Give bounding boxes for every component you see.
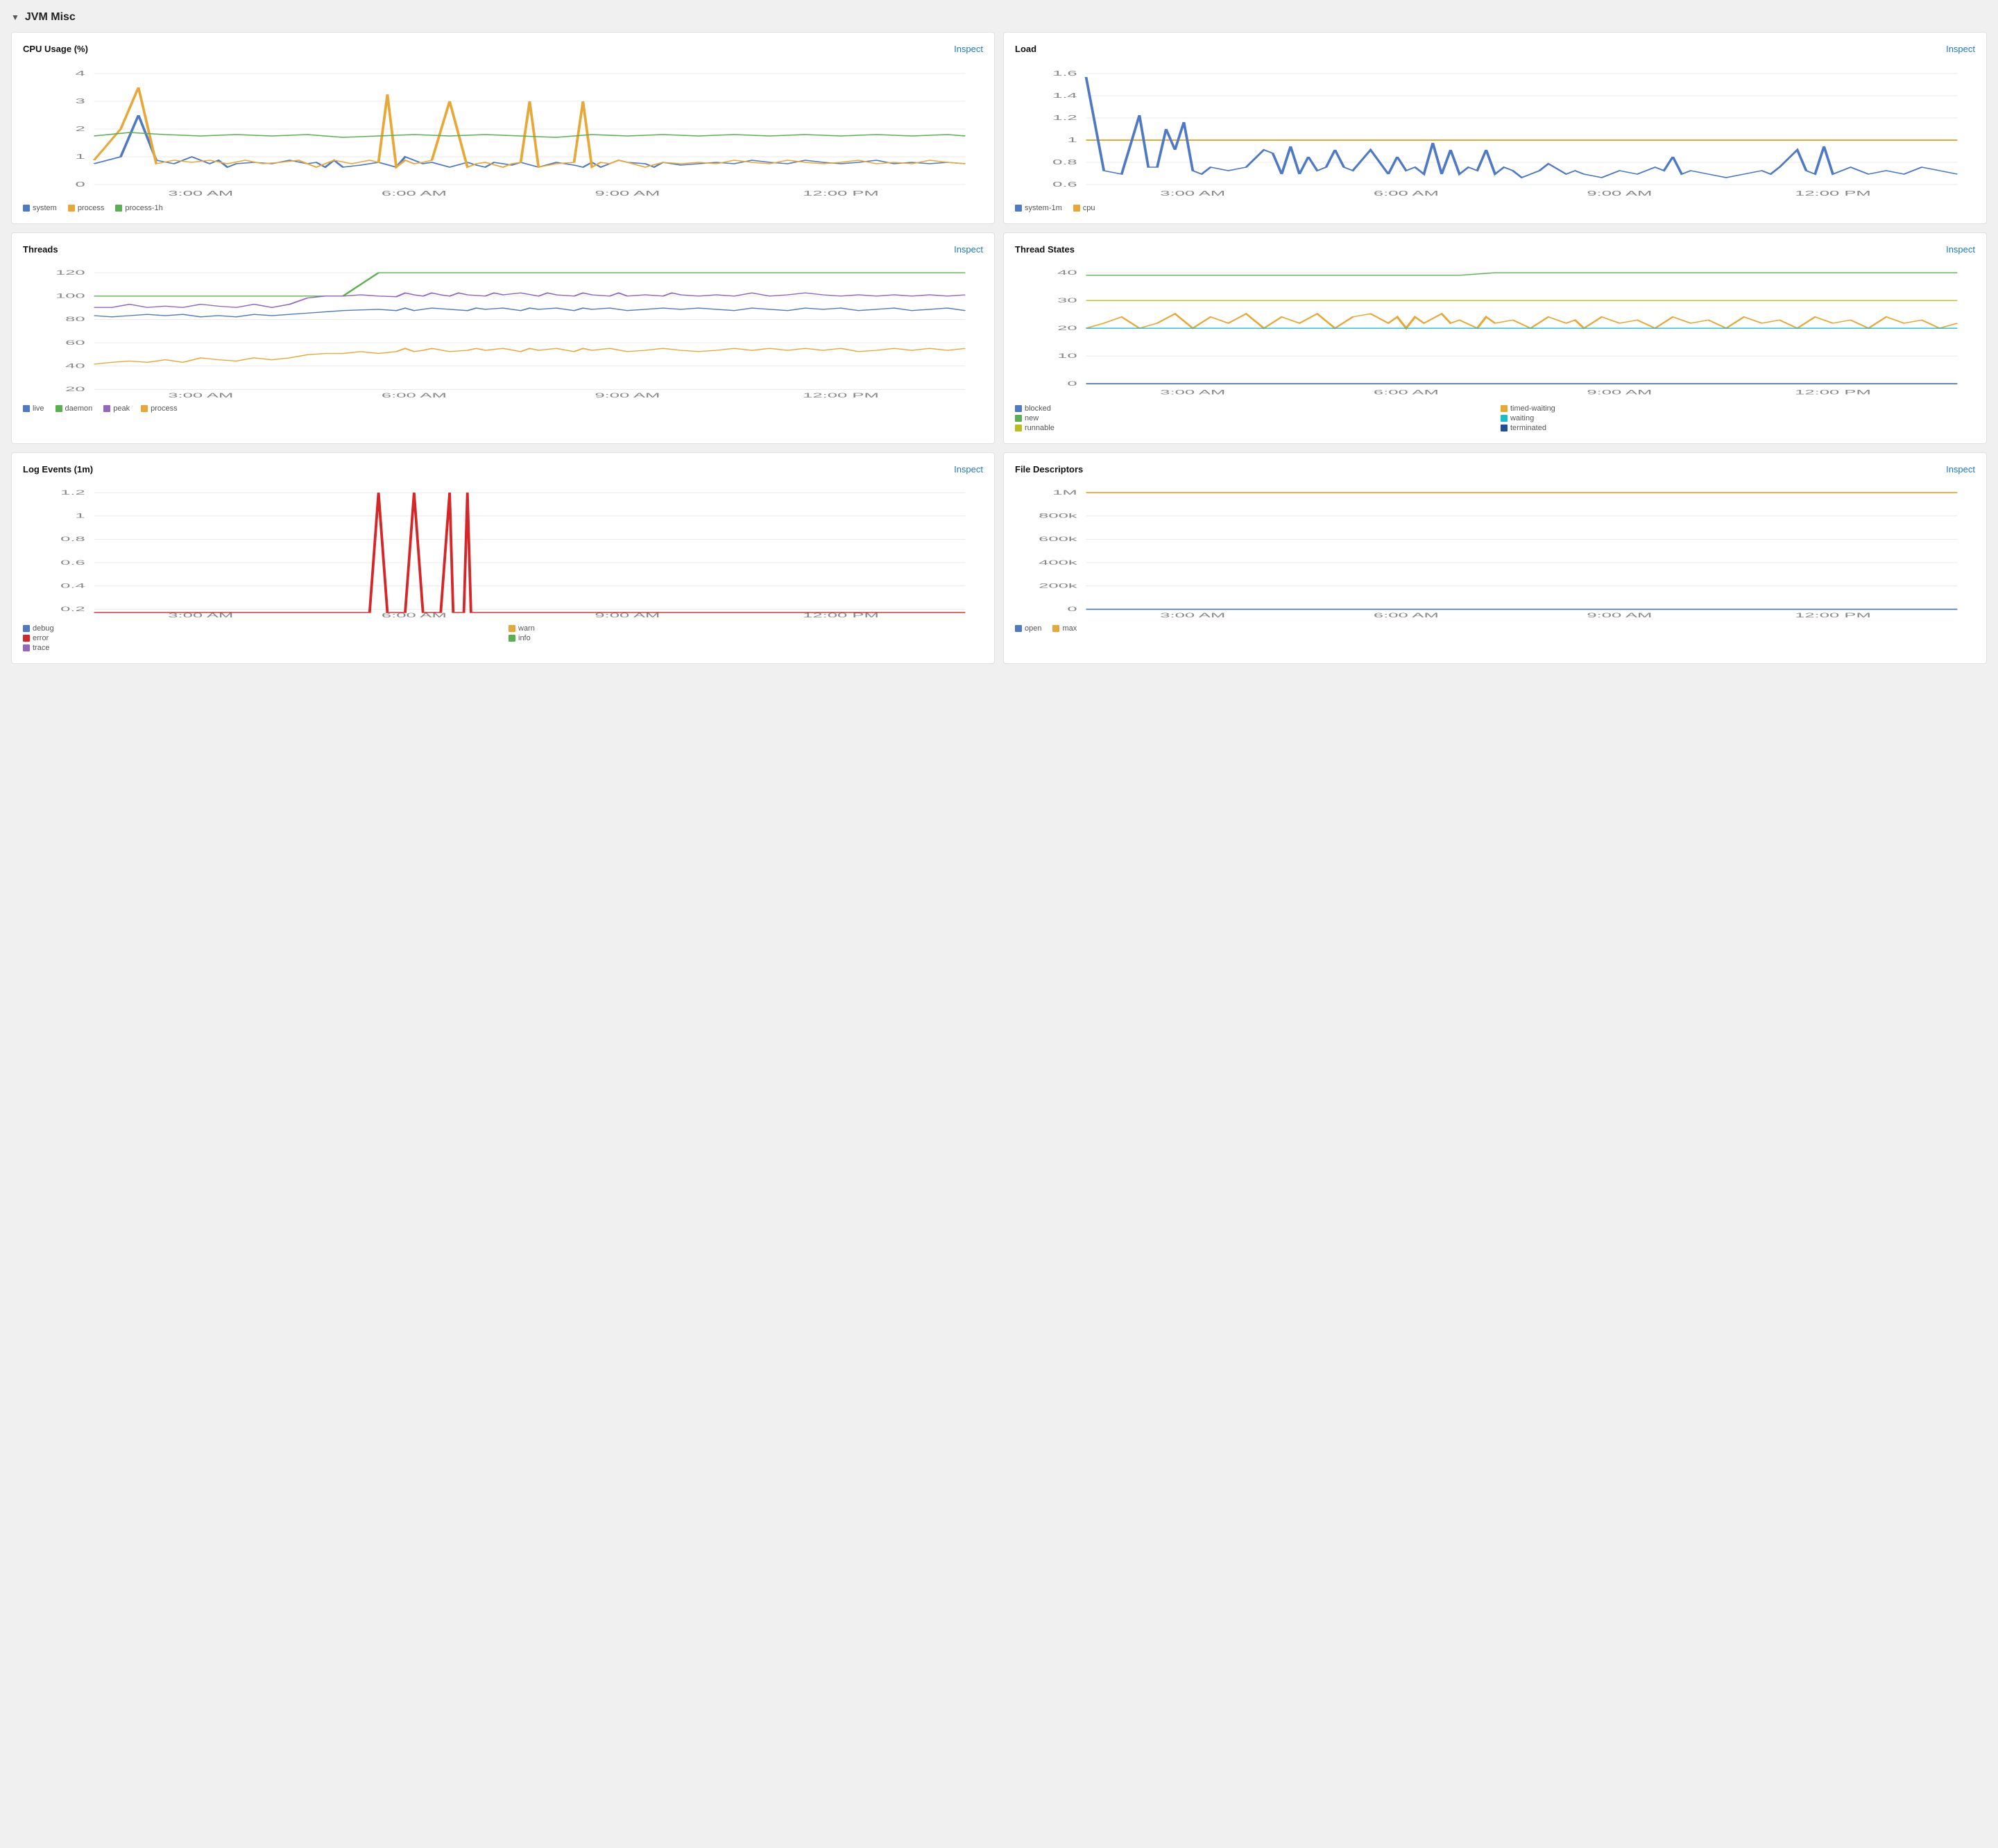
svg-text:1: 1 bbox=[1067, 136, 1077, 144]
legend-item-cpu: cpu bbox=[1073, 204, 1095, 212]
chart-log-events: 1.2 1 0.8 0.6 0.4 0.2 3:00 AM 6:00 AM 9:… bbox=[23, 480, 983, 619]
svg-text:12:00 PM: 12:00 PM bbox=[1795, 613, 1871, 619]
card-title-cpu-usage: CPU Usage (%) bbox=[23, 44, 88, 54]
svg-text:3:00 AM: 3:00 AM bbox=[1160, 189, 1225, 197]
legend-thread-states: blocked timed-waiting new waiting runnab… bbox=[1015, 404, 1975, 432]
svg-text:30: 30 bbox=[1057, 297, 1077, 304]
svg-text:1.2: 1.2 bbox=[60, 489, 85, 496]
inspect-link-load[interactable]: Inspect bbox=[1946, 44, 1975, 54]
legend-cpu-usage: system process process-1h bbox=[23, 204, 983, 212]
section-title: JVM Misc bbox=[25, 11, 76, 24]
svg-text:9:00 AM: 9:00 AM bbox=[595, 189, 660, 197]
svg-text:1M: 1M bbox=[1052, 489, 1077, 496]
svg-text:0.8: 0.8 bbox=[1052, 158, 1077, 166]
legend-item-process: process bbox=[68, 204, 105, 212]
svg-text:40: 40 bbox=[1057, 269, 1077, 276]
svg-text:6:00 AM: 6:00 AM bbox=[382, 613, 447, 619]
svg-text:12:00 PM: 12:00 PM bbox=[1795, 389, 1871, 396]
svg-text:6:00 AM: 6:00 AM bbox=[1374, 389, 1439, 396]
chart-thread-states: 40 30 20 10 0 3:00 AM 6:00 AM 9:00 AM 12… bbox=[1015, 260, 1975, 399]
inspect-link-log-events[interactable]: Inspect bbox=[954, 464, 983, 474]
inspect-link-thread-states[interactable]: Inspect bbox=[1946, 244, 1975, 255]
legend-item-process-1h: process-1h bbox=[115, 204, 162, 212]
svg-text:0.8: 0.8 bbox=[60, 536, 85, 543]
inspect-link-file-descriptors[interactable]: Inspect bbox=[1946, 464, 1975, 474]
svg-text:9:00 AM: 9:00 AM bbox=[1587, 389, 1652, 396]
svg-text:20: 20 bbox=[65, 386, 85, 393]
svg-text:3:00 AM: 3:00 AM bbox=[1160, 613, 1225, 619]
svg-text:20: 20 bbox=[1057, 325, 1077, 332]
svg-text:12:00 PM: 12:00 PM bbox=[803, 613, 879, 619]
svg-text:200k: 200k bbox=[1039, 583, 1077, 590]
svg-text:0: 0 bbox=[1067, 606, 1077, 613]
svg-text:1: 1 bbox=[75, 513, 85, 520]
legend-file-descriptors: open max bbox=[1015, 624, 1975, 633]
svg-text:9:00 AM: 9:00 AM bbox=[595, 613, 660, 619]
svg-text:400k: 400k bbox=[1039, 559, 1077, 566]
svg-text:10: 10 bbox=[1057, 352, 1077, 359]
svg-text:3:00 AM: 3:00 AM bbox=[168, 393, 233, 399]
inspect-link-threads[interactable]: Inspect bbox=[954, 244, 983, 255]
svg-text:0: 0 bbox=[1067, 380, 1077, 387]
card-title-log-events: Log Events (1m) bbox=[23, 464, 93, 474]
svg-text:800k: 800k bbox=[1039, 513, 1077, 520]
card-title-file-descriptors: File Descriptors bbox=[1015, 464, 1083, 474]
svg-text:3:00 AM: 3:00 AM bbox=[1160, 389, 1225, 396]
svg-text:12:00 PM: 12:00 PM bbox=[1795, 189, 1871, 197]
svg-text:6:00 AM: 6:00 AM bbox=[382, 189, 447, 197]
chevron-down-icon[interactable]: ▼ bbox=[11, 12, 19, 22]
legend-load: system-1m cpu bbox=[1015, 204, 1975, 212]
svg-text:80: 80 bbox=[65, 316, 85, 323]
svg-text:12:00 PM: 12:00 PM bbox=[803, 393, 879, 399]
svg-text:0.6: 0.6 bbox=[60, 559, 85, 566]
card-load: Load Inspect 1.6 1.4 1.2 1 0.8 0.6 3:00 … bbox=[1003, 32, 1987, 224]
svg-text:0: 0 bbox=[75, 180, 85, 188]
svg-text:1: 1 bbox=[75, 153, 85, 160]
svg-text:1.2: 1.2 bbox=[1052, 114, 1077, 121]
svg-text:6:00 AM: 6:00 AM bbox=[1374, 189, 1439, 197]
chart-threads: 120 100 80 60 40 20 3:00 AM 6:00 AM 9:00… bbox=[23, 260, 983, 399]
svg-text:6:00 AM: 6:00 AM bbox=[382, 393, 447, 399]
dashboard-grid: CPU Usage (%) Inspect 4 3 2 1 0 3:00 AM … bbox=[11, 32, 1987, 664]
svg-text:1.4: 1.4 bbox=[1052, 92, 1077, 99]
card-file-descriptors: File Descriptors Inspect 1M 800k 600k 40… bbox=[1003, 452, 1987, 664]
svg-text:40: 40 bbox=[65, 363, 85, 370]
chart-load: 1.6 1.4 1.2 1 0.8 0.6 3:00 AM 6:00 AM 9:… bbox=[1015, 60, 1975, 198]
svg-text:0.2: 0.2 bbox=[60, 606, 85, 613]
card-thread-states: Thread States Inspect 40 30 20 10 0 3:00… bbox=[1003, 232, 1987, 444]
section-header: ▼ JVM Misc bbox=[11, 11, 1987, 24]
svg-text:600k: 600k bbox=[1039, 536, 1077, 543]
svg-text:6:00 AM: 6:00 AM bbox=[1374, 613, 1439, 619]
svg-text:12:00 PM: 12:00 PM bbox=[803, 189, 879, 197]
svg-text:100: 100 bbox=[56, 293, 85, 300]
legend-item-system-1m: system-1m bbox=[1015, 204, 1062, 212]
card-log-events: Log Events (1m) Inspect 1.2 1 0.8 0.6 0.… bbox=[11, 452, 995, 664]
card-cpu-usage: CPU Usage (%) Inspect 4 3 2 1 0 3:00 AM … bbox=[11, 32, 995, 224]
svg-text:120: 120 bbox=[56, 269, 85, 276]
legend-item-system: system bbox=[23, 204, 57, 212]
card-threads: Threads Inspect 120 100 80 60 40 20 3:00… bbox=[11, 232, 995, 444]
card-title-threads: Threads bbox=[23, 244, 58, 255]
svg-text:2: 2 bbox=[75, 125, 85, 132]
svg-text:3:00 AM: 3:00 AM bbox=[168, 189, 233, 197]
svg-text:0.6: 0.6 bbox=[1052, 180, 1077, 188]
svg-text:3:00 AM: 3:00 AM bbox=[168, 613, 233, 619]
svg-text:9:00 AM: 9:00 AM bbox=[595, 393, 660, 399]
svg-text:0.4: 0.4 bbox=[60, 583, 85, 590]
card-title-load: Load bbox=[1015, 44, 1036, 54]
chart-file-descriptors: 1M 800k 600k 400k 200k 0 3:00 AM 6:00 AM… bbox=[1015, 480, 1975, 619]
card-title-thread-states: Thread States bbox=[1015, 244, 1075, 255]
inspect-link-cpu-usage[interactable]: Inspect bbox=[954, 44, 983, 54]
legend-log-events: debug warn error info trace bbox=[23, 624, 983, 652]
svg-text:60: 60 bbox=[65, 339, 85, 346]
svg-text:4: 4 bbox=[75, 69, 85, 77]
svg-text:9:00 AM: 9:00 AM bbox=[1587, 189, 1652, 197]
svg-text:9:00 AM: 9:00 AM bbox=[1587, 613, 1652, 619]
svg-text:3: 3 bbox=[75, 97, 85, 105]
svg-text:1.6: 1.6 bbox=[1052, 69, 1077, 77]
legend-threads: live daemon peak process bbox=[23, 404, 983, 413]
chart-cpu-usage: 4 3 2 1 0 3:00 AM 6:00 AM 9:00 AM 12:00 … bbox=[23, 60, 983, 198]
